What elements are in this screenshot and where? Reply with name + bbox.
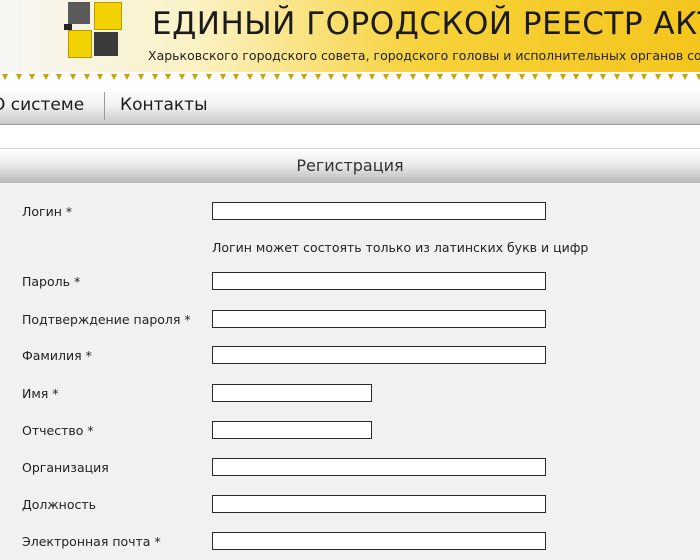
first-name-label: Имя * (22, 386, 59, 401)
strip-arrow-icon (165, 74, 172, 80)
password-field[interactable] (212, 272, 546, 290)
password-confirm-label: Подтверждение пароля * (22, 312, 191, 327)
strip-arrow-icon (206, 74, 212, 80)
strip-arrow-icon (110, 74, 117, 80)
strip-arrow-icon (614, 74, 620, 80)
strip-arrow-icon (505, 74, 512, 80)
site-subtitle: Харьковского городского совета, городско… (148, 48, 700, 63)
strip-arrow-icon (382, 74, 389, 80)
strip-arrow-icon (246, 74, 253, 80)
login-field[interactable] (212, 202, 546, 220)
strip-arrow-icon (124, 74, 131, 80)
strip-arrow-icon (464, 74, 471, 80)
strip-arrow-icon (396, 74, 403, 80)
strip-arrow-icon (450, 74, 457, 80)
strip-arrow-icon (342, 74, 348, 80)
strip-arrow-icon (355, 74, 362, 80)
email-field[interactable] (212, 532, 546, 550)
strip-arrow-icon (600, 74, 607, 80)
strip-arrow-icon (573, 74, 580, 80)
strip-arrow-icon (70, 74, 76, 80)
strip-arrow-icon (491, 74, 498, 80)
strip-arrow-icon (328, 74, 335, 80)
strip-arrow-icon (219, 74, 226, 80)
strip-arrow-icon (423, 74, 430, 80)
strip-arrow-icon (138, 74, 144, 80)
strip-arrow-icon (301, 74, 308, 80)
strip-arrow-icon (586, 74, 593, 80)
form-heading: Регистрация (0, 148, 700, 183)
patronymic-field[interactable] (212, 421, 372, 439)
last-name-field[interactable] (212, 346, 546, 364)
strip-arrow-icon (478, 74, 484, 80)
login-label: Логин * (22, 204, 73, 219)
strip-arrow-icon (29, 74, 36, 80)
last-name-label: Фамилия * (22, 348, 92, 363)
strip-arrow-icon (641, 74, 648, 80)
password-label: Пароль * (22, 274, 81, 289)
strip-arrow-icon (287, 74, 294, 80)
site-header: ЕДИНЫЙ ГОРОДСКОЙ РЕЕСТР АКТОВ Харьковско… (0, 0, 700, 72)
decorative-arrow-strip (0, 72, 700, 84)
strip-arrow-icon (627, 74, 634, 80)
strip-arrow-icon (97, 74, 104, 80)
strip-arrow-icon (83, 74, 90, 80)
strip-arrow-icon (532, 74, 539, 80)
strip-arrow-icon (518, 74, 525, 80)
strip-arrow-icon (682, 74, 688, 80)
registration-form: Регистрация Логин * Логин может состоять… (0, 148, 700, 560)
organization-field[interactable] (212, 458, 546, 476)
strip-arrow-icon (369, 74, 376, 80)
strip-arrow-icon (410, 74, 416, 80)
nav-item-about[interactable]: О системе (0, 88, 84, 124)
password-confirm-field[interactable] (212, 310, 546, 328)
patronymic-label: Отчество * (22, 423, 94, 438)
strip-arrow-icon (437, 74, 444, 80)
strip-arrow-icon (233, 74, 240, 80)
strip-arrow-icon (274, 74, 280, 80)
strip-arrow-icon (15, 74, 22, 80)
nav-item-contacts[interactable]: Контакты (120, 88, 208, 124)
email-label: Электронная почта * (22, 534, 161, 549)
strip-arrow-icon (559, 74, 566, 80)
strip-arrow-icon (260, 74, 267, 80)
site-title: ЕДИНЫЙ ГОРОДСКОЙ РЕЕСТР АКТОВ (152, 6, 700, 42)
position-field[interactable] (212, 495, 546, 513)
strip-arrow-icon (2, 74, 8, 80)
strip-arrow-icon (654, 74, 661, 80)
strip-arrow-icon (42, 74, 49, 80)
site-logo (64, 2, 124, 62)
strip-arrow-icon (695, 74, 700, 80)
page: ЕДИНЫЙ ГОРОДСКОЙ РЕЕСТР АКТОВ Харьковско… (0, 0, 700, 560)
strip-arrow-icon (56, 74, 63, 80)
strip-arrow-icon (151, 74, 158, 80)
strip-arrow-icon (668, 74, 675, 80)
position-label: Должность (22, 497, 97, 512)
login-hint: Логин может состоять только из латинских… (212, 240, 589, 255)
organization-label: Организация (22, 460, 109, 475)
top-navigation: О системе Контакты (0, 88, 700, 125)
strip-arrow-icon (546, 74, 552, 80)
strip-arrow-icon (192, 74, 199, 80)
strip-arrow-icon (178, 74, 185, 80)
nav-separator (104, 92, 105, 120)
strip-arrow-icon (314, 74, 321, 80)
first-name-field[interactable] (212, 384, 372, 402)
